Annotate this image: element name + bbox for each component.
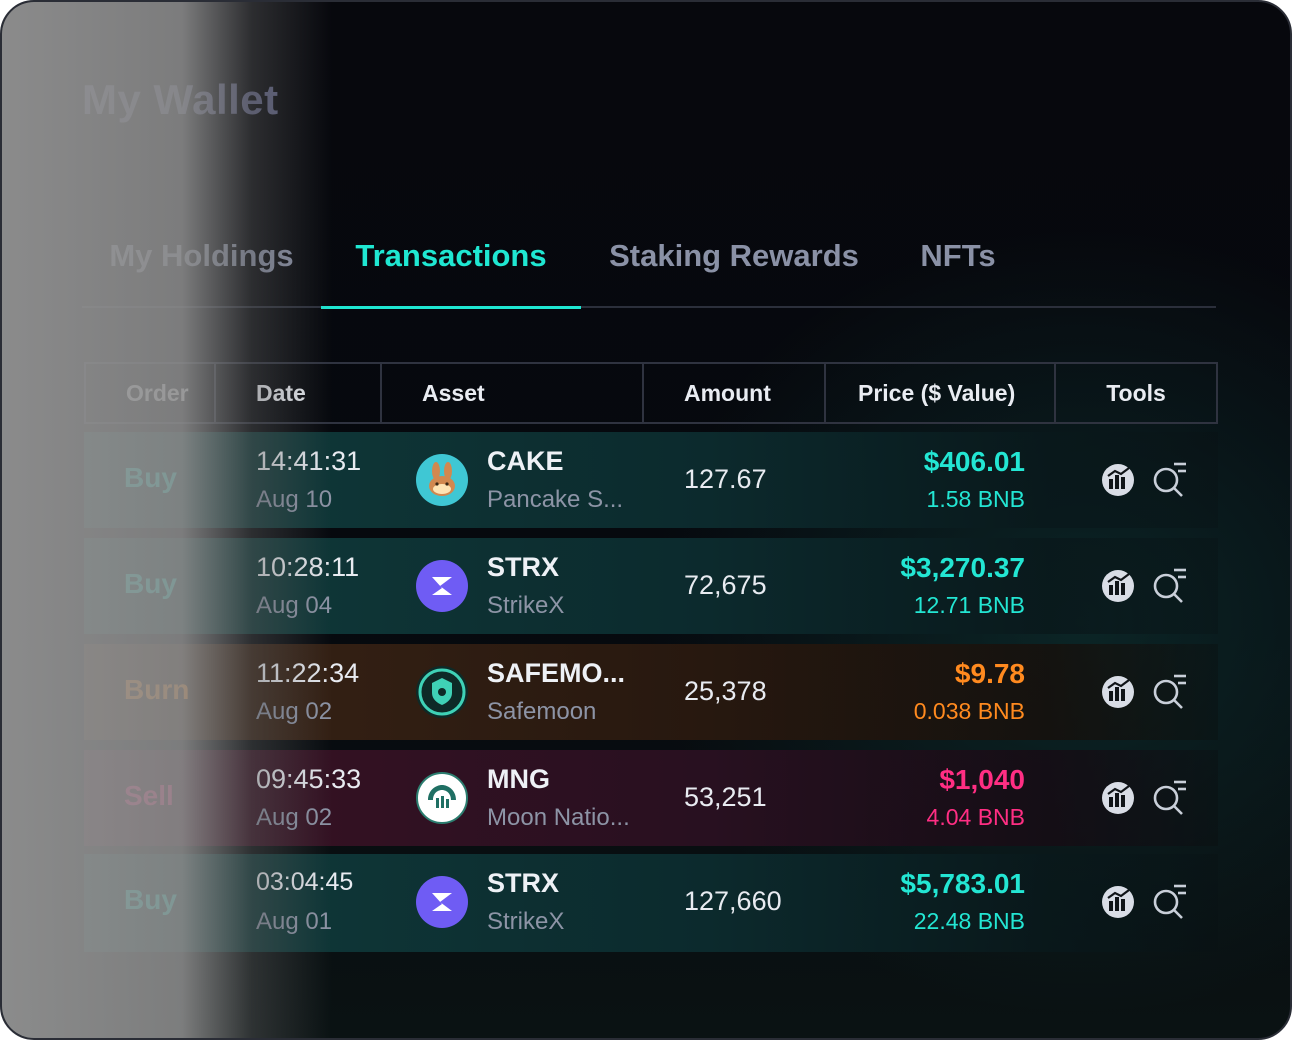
asset-symbol: SAFEMO... xyxy=(487,658,626,688)
asset-name: StrikeX xyxy=(487,592,565,619)
table-row[interactable]: Buy 03:04:45 Aug 01 STRX StrikeX 127,660… xyxy=(84,854,1218,952)
chart-icon[interactable] xyxy=(1100,568,1136,604)
table-header: Order Date Asset Amount Price ($ Value) … xyxy=(84,362,1218,424)
chart-icon[interactable] xyxy=(1100,674,1136,710)
strikex-icon xyxy=(416,876,468,928)
table-row[interactable]: Sell 09:45:33 Aug 02 MNG Moon Natio... 5… xyxy=(84,750,1218,846)
search-list-icon[interactable] xyxy=(1150,460,1190,500)
tx-date: Aug 02 xyxy=(256,698,333,725)
price-usd: $406.01 xyxy=(923,446,1025,477)
chart-icon[interactable] xyxy=(1100,462,1136,498)
table-row[interactable]: Burn 11:22:34 Aug 02 SAFEMO... Safemoon … xyxy=(84,644,1218,740)
tx-amount: 127,660 xyxy=(684,886,782,916)
tx-date: Aug 02 xyxy=(256,804,333,831)
safemoon-icon xyxy=(416,666,468,718)
tx-time: 09:45:33 xyxy=(256,764,362,794)
table-row[interactable]: Buy 14:41:31 Aug 10 CAKE Pancake S... 12… xyxy=(84,432,1218,528)
asset-symbol: STRX xyxy=(487,552,560,582)
asset-symbol: CAKE xyxy=(487,446,564,476)
header-amount[interactable]: Amount xyxy=(644,364,826,422)
wallet-card: My Wallet My Holdings Transactions Staki… xyxy=(0,0,1292,1040)
tab-divider xyxy=(82,306,1216,308)
header-asset[interactable]: Asset xyxy=(382,364,644,422)
price-bnb: 22.48 BNB xyxy=(913,908,1025,934)
tx-date: Aug 04 xyxy=(256,592,333,619)
tx-date: Aug 01 xyxy=(256,908,333,935)
order-type: Sell xyxy=(124,780,174,811)
header-order[interactable]: Order xyxy=(86,364,216,422)
price-bnb: 1.58 BNB xyxy=(926,486,1025,512)
tab-transactions[interactable]: Transactions xyxy=(321,220,581,309)
tx-amount: 72,675 xyxy=(684,570,767,600)
price-bnb: 4.04 BNB xyxy=(926,804,1025,830)
price-usd: $9.78 xyxy=(954,658,1025,689)
tx-time: 11:22:34 xyxy=(256,658,360,688)
strikex-icon xyxy=(416,560,468,612)
tab-staking-rewards[interactable]: Staking Rewards xyxy=(592,220,876,306)
asset-symbol: MNG xyxy=(487,764,550,794)
order-type: Burn xyxy=(124,674,190,705)
tx-amount: 25,378 xyxy=(684,676,767,706)
price-bnb: 12.71 BNB xyxy=(913,592,1025,618)
tx-time: 10:28:11 xyxy=(256,552,360,582)
price-bnb: 0.038 BNB xyxy=(913,698,1025,724)
asset-name: Moon Natio... xyxy=(487,804,630,831)
asset-name: StrikeX xyxy=(487,908,565,935)
tx-amount: 53,251 xyxy=(684,782,767,812)
moon-nation-icon xyxy=(416,772,468,824)
chart-icon[interactable] xyxy=(1100,780,1136,816)
tx-time: 14:41:31 xyxy=(256,446,362,476)
order-type: Buy xyxy=(124,568,177,599)
header-tools: Tools xyxy=(1106,380,1166,406)
search-list-icon[interactable] xyxy=(1150,566,1190,606)
search-list-icon[interactable] xyxy=(1150,882,1190,922)
price-usd: $1,040 xyxy=(939,764,1025,795)
tab-bar: My Holdings Transactions Staking Rewards… xyxy=(82,220,1216,309)
search-list-icon[interactable] xyxy=(1150,672,1190,712)
asset-name: Safemoon xyxy=(487,698,597,725)
tab-nfts[interactable]: NFTs xyxy=(897,220,1019,306)
header-price[interactable]: Price ($ Value) xyxy=(826,364,1056,422)
search-list-icon[interactable] xyxy=(1150,778,1190,818)
order-type: Buy xyxy=(124,884,177,915)
tab-my-holdings[interactable]: My Holdings xyxy=(82,220,321,306)
tx-time: 03:04:45 xyxy=(256,868,354,896)
price-usd: $3,270.37 xyxy=(900,552,1025,583)
pancake-bunny-icon xyxy=(416,454,468,506)
asset-name: Pancake S... xyxy=(487,486,624,513)
asset-symbol: STRX xyxy=(487,868,560,898)
tx-amount: 127.67 xyxy=(684,464,767,494)
header-date[interactable]: Date xyxy=(216,364,382,422)
price-usd: $5,783.01 xyxy=(900,868,1025,899)
table-row[interactable]: Buy 10:28:11 Aug 04 STRX StrikeX 72,675 … xyxy=(84,538,1218,634)
chart-icon[interactable] xyxy=(1100,884,1136,920)
order-type: Buy xyxy=(124,462,177,493)
page-title: My Wallet xyxy=(82,76,279,123)
tx-date: Aug 10 xyxy=(256,486,333,513)
